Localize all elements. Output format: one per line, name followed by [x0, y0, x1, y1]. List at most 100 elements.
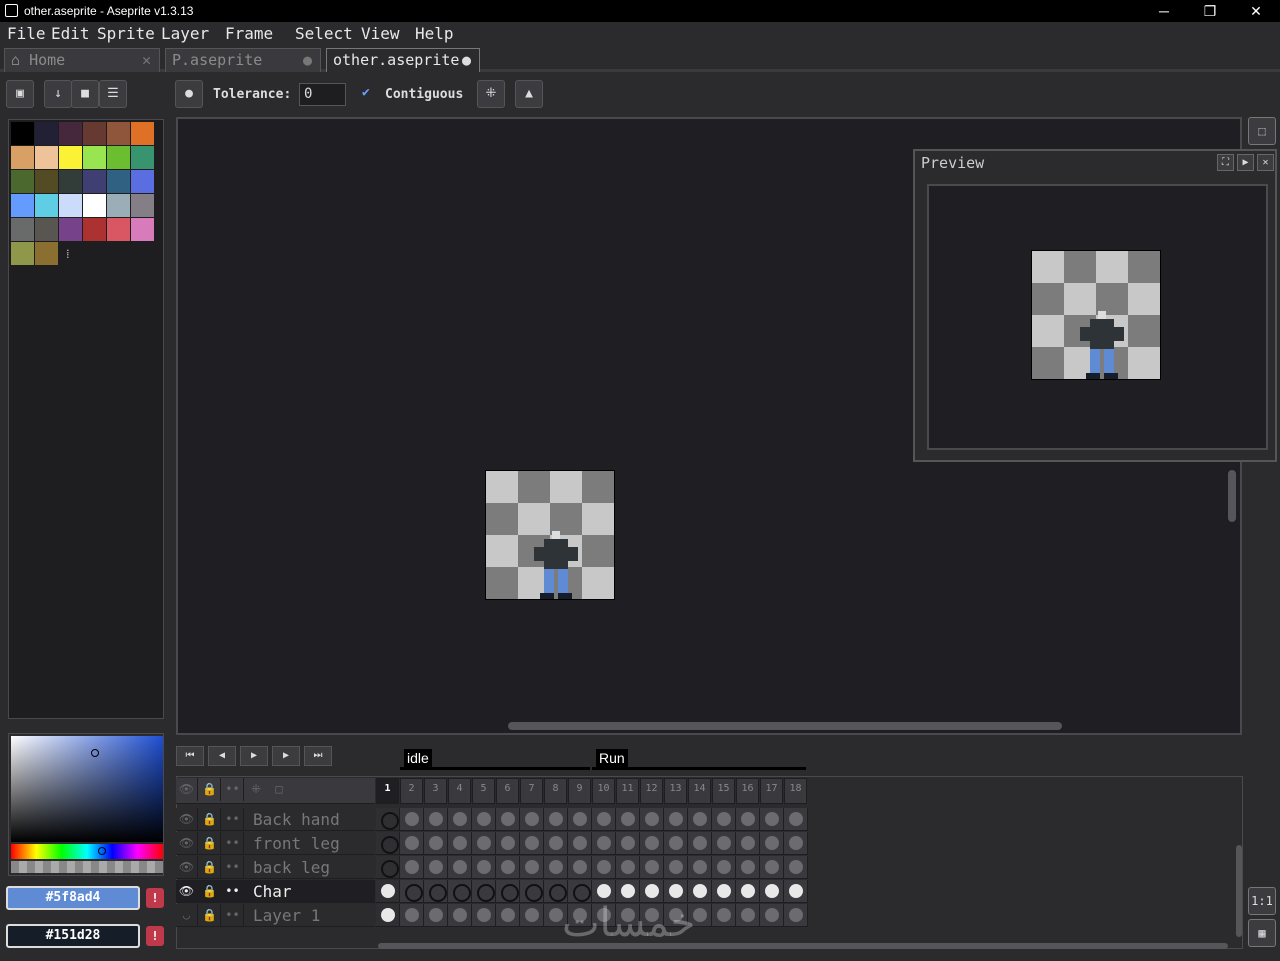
timeline-config-button[interactable]: ▦ [1248, 919, 1276, 947]
palette-swatch[interactable] [11, 170, 34, 193]
onion-skin-icon[interactable]: ⁜ [245, 778, 267, 801]
tag-idle[interactable]: idle [404, 749, 432, 767]
cel[interactable] [568, 832, 592, 855]
palette-swatch[interactable] [83, 146, 106, 169]
cel[interactable] [424, 856, 448, 879]
first-frame-button[interactable]: ⏮ [176, 746, 204, 766]
maximize-button[interactable]: ❐ [1187, 0, 1233, 22]
cel[interactable] [688, 832, 712, 855]
cel[interactable] [448, 904, 472, 927]
preview-play-button[interactable]: ▶ [1237, 154, 1254, 171]
lock-icon[interactable]: 🔒 [199, 778, 221, 801]
cel[interactable] [688, 856, 712, 879]
layer-row[interactable]: ◡ 🔒 •• Layer 1 [176, 904, 375, 927]
zoom-1-1-button[interactable]: 1:1 [1248, 887, 1276, 915]
cel[interactable] [472, 808, 496, 831]
cel[interactable] [736, 904, 760, 927]
cel[interactable] [520, 904, 544, 927]
palette-swatch[interactable] [35, 170, 58, 193]
cel[interactable] [544, 832, 568, 855]
cel[interactable] [616, 832, 640, 855]
palette-save-button[interactable]: ■ [71, 80, 99, 108]
cel[interactable] [448, 880, 472, 903]
cel[interactable] [448, 856, 472, 879]
tab-home[interactable]: ⌂ Home ✕ [4, 48, 160, 72]
cel[interactable] [520, 832, 544, 855]
fg-warning-icon[interactable]: ! [146, 888, 164, 908]
palette-swatch[interactable] [83, 218, 106, 241]
lock-icon[interactable]: 🔒 [199, 808, 221, 831]
menu-edit[interactable]: Edit [51, 24, 90, 43]
cel[interactable] [784, 808, 808, 831]
cel[interactable] [376, 832, 400, 855]
frame-header[interactable]: 6 [496, 778, 519, 804]
palette-swatch[interactable] [11, 122, 34, 145]
palette-swatch[interactable] [107, 170, 130, 193]
cel[interactable] [520, 856, 544, 879]
cel[interactable] [712, 880, 736, 903]
palette-swatch[interactable] [107, 194, 130, 217]
frame-header[interactable]: 2 [400, 778, 423, 804]
cel[interactable] [784, 832, 808, 855]
canvas-vertical-scrollbar[interactable] [1228, 470, 1236, 522]
menu-frame[interactable]: Frame [225, 24, 273, 43]
menu-file[interactable]: File [7, 24, 46, 43]
layer-square-icon[interactable]: □ [268, 778, 290, 801]
brush-shape-button[interactable]: ● [175, 80, 203, 108]
tag-run[interactable]: Run [596, 749, 628, 767]
palette-swatch[interactable] [131, 218, 154, 241]
cel[interactable] [496, 856, 520, 879]
palette-swatch[interactable] [83, 122, 106, 145]
lock-palette-button[interactable]: ▣ [6, 80, 34, 108]
frame-header[interactable]: 16 [736, 778, 759, 804]
palette-swatch[interactable] [11, 218, 34, 241]
palette-swatch[interactable] [59, 170, 82, 193]
cel[interactable] [400, 808, 424, 831]
frame-header[interactable]: 15 [712, 778, 735, 804]
cel[interactable] [760, 856, 784, 879]
close-tab-icon[interactable]: ✕ [142, 49, 151, 71]
cel[interactable] [592, 808, 616, 831]
cel[interactable] [496, 808, 520, 831]
cel[interactable] [400, 904, 424, 927]
menu-select[interactable]: Select [295, 24, 353, 43]
cel[interactable] [544, 808, 568, 831]
palette-swatch[interactable] [107, 122, 130, 145]
cel[interactable] [520, 880, 544, 903]
frame-header[interactable]: 18 [784, 778, 807, 804]
palette-swatch[interactable] [35, 194, 58, 217]
modified-dot-icon[interactable]: ● [303, 49, 312, 71]
eye-icon[interactable]: 👁 [176, 808, 198, 831]
frame-header[interactable]: 5 [472, 778, 495, 804]
frame-header[interactable]: 17 [760, 778, 783, 804]
palette-swatch[interactable] [35, 218, 58, 241]
sv-cursor[interactable] [91, 749, 99, 757]
palette-swatch[interactable] [107, 146, 130, 169]
cel[interactable] [640, 832, 664, 855]
cel[interactable] [760, 832, 784, 855]
cel[interactable] [400, 832, 424, 855]
cel[interactable] [424, 904, 448, 927]
timeline-vertical-scrollbar[interactable] [1236, 845, 1242, 937]
cel[interactable] [736, 808, 760, 831]
eye-icon[interactable]: 👁 [176, 832, 198, 855]
frame-header[interactable]: 11 [616, 778, 639, 804]
minimize-button[interactable]: ─ [1141, 0, 1187, 22]
cel[interactable] [448, 832, 472, 855]
frame-header[interactable]: 1 [376, 778, 399, 804]
frame-header[interactable]: 4 [448, 778, 471, 804]
layer-row[interactable]: 👁 🔒 •• front leg [176, 832, 375, 855]
palette-swatch[interactable] [83, 170, 106, 193]
foreground-color-button[interactable]: #5f8ad4 [6, 886, 140, 910]
cel[interactable] [760, 904, 784, 927]
cel[interactable] [592, 832, 616, 855]
cel[interactable] [376, 904, 400, 927]
timeline-horizontal-scrollbar[interactable] [378, 943, 1228, 949]
eye-icon[interactable]: 👁 [176, 778, 198, 801]
preview-close-button[interactable]: ✕ [1257, 154, 1274, 171]
sprite-canvas[interactable] [485, 470, 615, 600]
cel[interactable] [400, 856, 424, 879]
menu-view[interactable]: View [361, 24, 400, 43]
cel[interactable] [448, 808, 472, 831]
layer-row[interactable]: 👁 🔒 •• Char [176, 880, 375, 903]
